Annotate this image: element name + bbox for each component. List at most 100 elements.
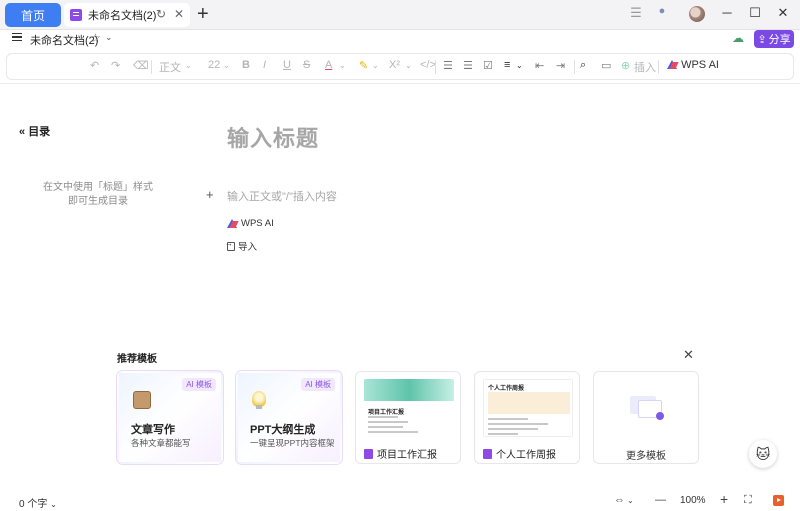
wps-ai-logo-icon [667,60,678,69]
font-size-select[interactable]: 22 [208,59,220,71]
card-footer: 项目工作汇报 [364,446,437,461]
outdent-icon[interactable]: ⇤ [535,59,544,72]
font-color-icon[interactable]: A [325,59,332,71]
toc-hint: 在文中使用「标题」样式 即可生成目录 [36,181,160,209]
insert-button[interactable]: 插入 [634,59,656,75]
document-name[interactable]: 未命名文档(2) [30,32,98,48]
zoom-in-icon[interactable]: + [720,491,728,507]
card-label: 更多模板 [626,451,666,462]
play-icon[interactable] [773,495,784,506]
template-card-ppt-outline[interactable]: AI 模板 PPT大纲生成 一键呈现PPT内容框架 [236,371,342,464]
template-thumbnail: 个人工作周报 [483,379,573,437]
chat-icon[interactable]: ● [652,5,672,17]
refresh-icon[interactable]: ↻ [156,7,166,21]
card-subtitle: 一键呈现PPT内容框架 [250,438,335,448]
toc-hint-line: 即可生成目录 [68,196,128,207]
thumbnail-line [488,433,518,435]
chevron-down-icon[interactable]: ⌄ [405,61,412,70]
superscript-icon[interactable]: X² [389,59,400,71]
wps-ai-link[interactable]: WPS AI [227,218,274,229]
document-icon [70,9,82,21]
maximize-icon[interactable]: ☐ [745,5,765,21]
zoom-out-icon[interactable]: — [655,494,666,506]
word-count-label: 0 个字 [19,499,48,510]
word-count[interactable]: 0 个字 ⌄ [19,495,57,510]
redo-icon[interactable]: ↷ [111,59,120,72]
minimize-icon[interactable]: ─ [717,5,737,20]
insert-plus-icon[interactable]: ⊕ [621,59,630,72]
close-window-icon[interactable]: ✕ [773,5,793,21]
highlight-icon[interactable]: ✎ [359,59,368,72]
chevron-down-icon[interactable]: ⌄ [627,496,634,505]
assistant-icon[interactable]: 🐱 [749,440,777,468]
cloud-sync-icon[interactable]: ☁ [732,31,744,45]
template-card-article[interactable]: AI 模板 文章写作 各种文章都能写 [117,371,223,464]
wps-ai-label: WPS AI [681,59,719,71]
template-card-project-report[interactable]: 项目工作汇报 项目工作汇报 [355,371,461,464]
new-tab-button[interactable]: + [197,3,209,25]
thumbnail-line [368,431,418,433]
numbered-list-icon[interactable]: ☰ [463,59,473,72]
underline-icon[interactable]: U [283,59,291,71]
strikethrough-icon[interactable]: S [303,59,310,71]
chevron-down-icon: ⌄ [50,500,57,509]
more-templates-icon [626,394,666,422]
body-input[interactable]: 输入正文或"/"插入内容 [227,188,337,204]
chevron-down-icon[interactable]: ⌄ [339,61,346,70]
share-button[interactable]: ⇪ 分享 [754,30,794,48]
search-icon[interactable]: ⌕ [580,59,586,72]
close-tab-icon[interactable]: ✕ [174,7,184,21]
import-icon [225,239,235,251]
import-link[interactable]: 导入 [225,239,257,254]
comment-icon[interactable]: ▭ [601,59,611,72]
paragraph-style-select[interactable]: 正文 [159,59,181,75]
toc-hint-line: 在文中使用「标题」样式 [43,182,153,193]
thumbnail-line [488,428,538,430]
chevron-down-icon[interactable]: ⌄ [185,61,192,70]
ai-template-badge: AI 模板 [182,378,216,391]
star-icon[interactable]: ☆ [90,31,101,45]
chevron-down-icon[interactable]: ⌄ [516,61,523,70]
toolbar-divider [658,60,659,74]
wps-ai-link-label: WPS AI [241,218,274,229]
format-toolbar: ↶ ↷ ⌫ 正文 ⌄ 22 ⌄ B I U S A ⌄ ✎ ⌄ X² ⌄ </>… [6,53,794,80]
add-block-icon[interactable]: + [206,187,214,202]
chevron-down-icon[interactable]: ⌄ [105,32,113,43]
template-card-more[interactable]: 更多模板 [593,371,699,464]
avatar[interactable] [689,6,705,22]
chevron-down-icon[interactable]: ⌄ [372,61,379,70]
thumbnail-line [488,423,548,425]
menu-icon[interactable] [12,33,22,41]
lightbulb-icon [252,391,266,409]
checklist-icon[interactable]: ☑ [483,59,493,72]
template-thumbnail: 项目工作汇报 [364,379,454,437]
thumbnail-title: 个人工作周报 [488,386,525,392]
wps-ai-button[interactable]: WPS AI [667,59,719,71]
undo-icon[interactable]: ↶ [90,59,99,72]
code-icon[interactable]: </> [420,59,436,71]
toc-toggle[interactable]: « 目录 [19,123,50,139]
zoom-level[interactable]: 100% [680,495,706,506]
toc-label: 目录 [28,126,51,138]
scroll-icon [133,391,151,409]
bullet-list-icon[interactable]: ☰ [443,59,453,72]
tab-home[interactable]: 首页 [5,3,61,27]
italic-icon[interactable]: I [263,59,266,71]
bold-icon[interactable]: B [242,59,250,71]
indent-icon[interactable]: ⇥ [556,59,565,72]
format-painter-icon[interactable]: ⌫ [133,59,149,72]
editor-area: « 目录 在文中使用「标题」样式 即可生成目录 输入标题 + 输入正文或"/"插… [0,83,800,488]
template-card-weekly-report[interactable]: 个人工作周报 个人工作周报 [474,371,580,464]
fullscreen-icon[interactable]: ⛶ [744,494,752,507]
document-header: 未命名文档(2) ☆ ⌄ ☁ ⇪ 分享 [0,30,800,50]
page-width-icon[interactable]: ⇔ [614,494,625,506]
chevron-down-icon[interactable]: ⌄ [223,61,230,70]
align-icon[interactable]: ≡ [504,59,510,71]
close-icon[interactable]: ✕ [683,347,694,363]
card-title: 文章写作 [131,424,175,436]
thumbnail-line [368,426,403,428]
list-icon[interactable]: ☰ [626,5,646,21]
title-input[interactable]: 输入标题 [227,121,319,153]
tab-document[interactable]: 未命名文档(2) ↻ ✕ [64,3,190,27]
ai-template-badge: AI 模板 [301,378,335,391]
